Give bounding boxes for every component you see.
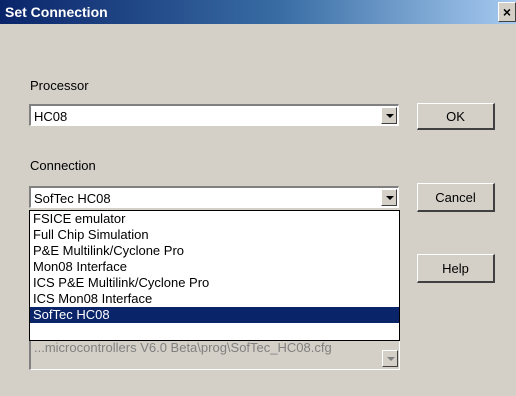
processor-label: Processor [30,78,89,93]
connection-combobox[interactable]: SofTec HC08 [29,186,399,208]
dropdown-option[interactable]: FSICE emulator [30,211,399,227]
processor-combobox[interactable]: HC08 [29,104,399,126]
dropdown-option[interactable]: ICS P&E Multilink/Cyclone Pro [30,275,399,291]
set-connection-dialog: Set Connection × Processor HC08 OK Conne… [0,0,516,396]
dropdown-option[interactable]: P&E Multilink/Cyclone Pro [30,243,399,259]
ok-button[interactable]: OK [417,103,495,130]
processor-value: HC08 [34,109,68,124]
dropdown-option[interactable]: ICS Mon08 Interface [30,291,399,307]
dropdown-option[interactable]: Full Chip Simulation [30,227,399,243]
chevron-down-icon [382,350,398,367]
chevron-down-icon[interactable] [381,189,397,206]
config-file-path: ...microcontrollers V6.0 Beta\prog\SofTe… [34,340,332,355]
help-button[interactable]: Help [417,254,495,283]
close-icon[interactable]: × [498,2,516,22]
dropdown-option-selected[interactable]: SofTec HC08 [30,307,399,323]
chevron-down-icon[interactable] [381,107,397,124]
connection-label: Connection [30,158,96,173]
dropdown-option[interactable]: Mon08 Interface [30,259,399,275]
dialog-title: Set Connection [5,4,108,20]
cancel-button[interactable]: Cancel [417,183,495,212]
connection-dropdown-list[interactable]: FSICE emulator Full Chip Simulation P&E … [29,210,400,341]
connection-value: SofTec HC08 [34,191,111,206]
title-bar[interactable]: Set Connection × [0,0,516,24]
